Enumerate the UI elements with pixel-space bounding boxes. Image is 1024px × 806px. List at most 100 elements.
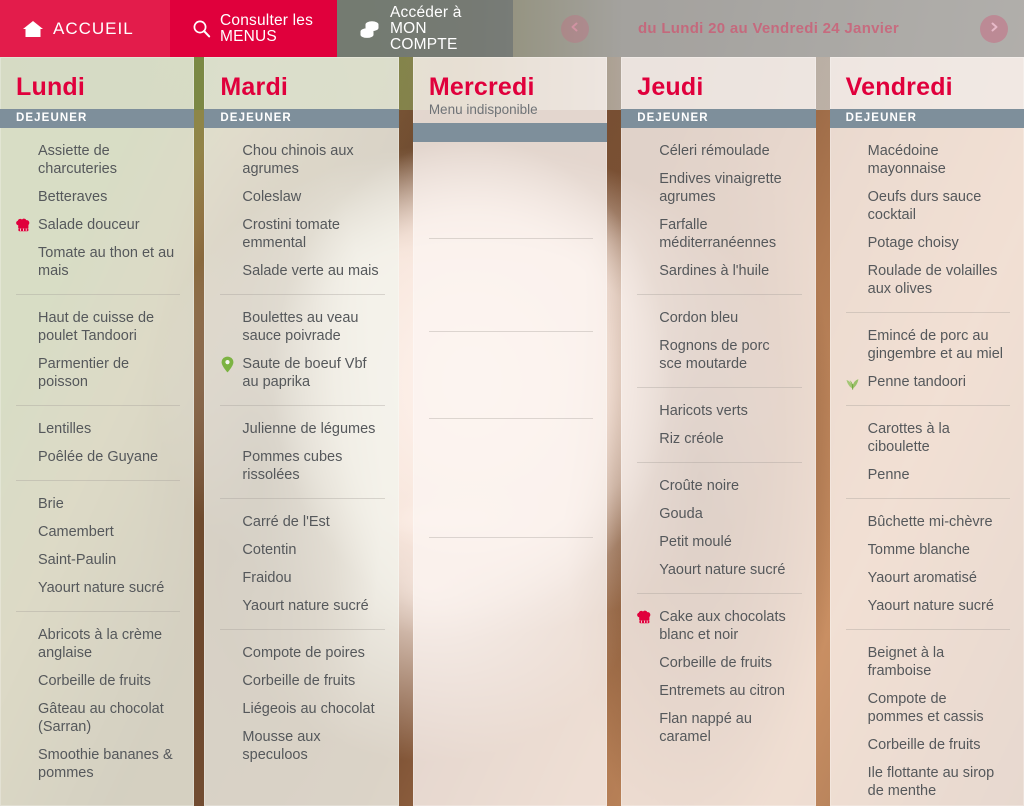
dish-item[interactable]: Penne bbox=[846, 461, 1010, 489]
dish-item[interactable]: Saint-Paulin bbox=[16, 546, 180, 574]
dish-item[interactable]: Mousse aux speculoos bbox=[220, 723, 384, 769]
dish-label: Chou chinois aux agrumes bbox=[242, 143, 354, 177]
dish-item[interactable]: Corbeille de fruits bbox=[220, 667, 384, 695]
dish-item[interactable]: Salade verte au mais bbox=[220, 257, 384, 285]
course-group: Brie Camembert Saint-Paulin Yaourt nature s… bbox=[16, 481, 181, 612]
dish-item[interactable]: Potage choisy bbox=[846, 229, 1010, 257]
dish-item[interactable]: Tomate au thon et au mais bbox=[16, 239, 180, 285]
day-column-lundi[interactable]: Lundi DEJEUNER Assiette de charcuteries Bet… bbox=[0, 57, 195, 806]
column-gap bbox=[816, 57, 830, 806]
dish-item[interactable]: Gouda bbox=[637, 500, 801, 528]
dish-item[interactable]: Saute de boeuf Vbf au paprika bbox=[220, 350, 384, 396]
dish-item[interactable]: Chou chinois aux agrumes bbox=[220, 137, 384, 183]
nav-label-menus-line1: Consulter les bbox=[220, 11, 314, 29]
course-group: Compote de poires Corbeille de fruits Liég… bbox=[220, 630, 384, 778]
dish-item[interactable]: Haricots verts bbox=[637, 397, 801, 425]
dish-item[interactable]: Poêlée de Guyane bbox=[16, 443, 180, 471]
dish-item[interactable]: Beignet à la framboise bbox=[846, 639, 1010, 685]
dish-item[interactable]: Corbeille de fruits bbox=[637, 649, 801, 677]
dish-label: Liégeois au chocolat bbox=[242, 701, 375, 717]
dish-item[interactable]: Liégeois au chocolat bbox=[220, 695, 384, 723]
dish-item[interactable]: Emincé de porc au gingembre et au miel bbox=[846, 322, 1010, 368]
dish-item[interactable]: Corbeille de fruits bbox=[16, 667, 180, 695]
dish-label: Boulettes au veau sauce poivrade bbox=[242, 310, 359, 344]
dish-item[interactable]: Yaourt aromatisé bbox=[846, 564, 1010, 592]
nav-tab-mon-compte[interactable]: Accéder à MON COMPTE bbox=[337, 0, 513, 57]
dish-item[interactable]: Assiette de charcuteries bbox=[16, 137, 180, 183]
dish-item[interactable]: Pommes cubes rissolées bbox=[220, 443, 384, 489]
dish-item[interactable]: Yaourt nature sucré bbox=[16, 574, 180, 602]
dish-label: Yaourt aromatisé bbox=[867, 570, 977, 586]
dish-item[interactable]: Compote de poires bbox=[220, 639, 384, 667]
dish-item[interactable]: Compote de pommes et cassis bbox=[846, 685, 1010, 731]
dish-item[interactable]: Carré de l'Est bbox=[220, 508, 384, 536]
dish-item[interactable]: Cotentin bbox=[220, 536, 384, 564]
dish-label: Endives vinaigrette agrumes bbox=[659, 171, 782, 205]
dish-label: Beignet à la framboise bbox=[867, 645, 945, 679]
dish-item[interactable]: Yaourt nature sucré bbox=[846, 592, 1010, 620]
dish-item[interactable]: Bûchette mi-chèvre bbox=[846, 508, 1010, 536]
dish-item[interactable]: Oeufs durs sauce cocktail bbox=[846, 183, 1010, 229]
dish-label: Salade verte au mais bbox=[242, 263, 379, 279]
dish-label: Tomate au thon et au mais bbox=[38, 245, 175, 279]
dish-label: Camembert bbox=[38, 524, 114, 540]
dish-label: Ile flottante au sirop de menthe bbox=[867, 765, 995, 799]
dish-item[interactable]: Julienne de légumes bbox=[220, 415, 384, 443]
day-column-vendredi[interactable]: Vendredi DEJEUNER Macédoine mayonnaise Oeuf… bbox=[829, 57, 1024, 806]
course-group bbox=[428, 239, 594, 332]
nav-tab-accueil[interactable]: ACCUEIL bbox=[0, 0, 170, 57]
dish-item[interactable]: Endives vinaigrette agrumes bbox=[637, 165, 801, 211]
dish-item[interactable]: Entremets au citron bbox=[637, 677, 801, 705]
nav-label-compte-line2: MON COMPTE bbox=[390, 19, 458, 53]
dish-item[interactable]: Camembert bbox=[16, 518, 180, 546]
dish-item[interactable]: Fraidou bbox=[220, 564, 384, 592]
dish-item[interactable]: Brie bbox=[16, 490, 180, 518]
dish-item[interactable]: Penne tandoori bbox=[846, 368, 1010, 396]
dish-item[interactable]: Coleslaw bbox=[220, 183, 384, 211]
dish-item[interactable]: Betteraves bbox=[16, 183, 180, 211]
dish-item[interactable]: Abricots à la crème anglaise bbox=[16, 621, 180, 667]
day-column-mercredi[interactable]: Mercredi Menu indisponible bbox=[412, 57, 608, 806]
dish-item[interactable]: Céleri rémoulade bbox=[637, 137, 801, 165]
dish-label: Corbeille de fruits bbox=[867, 737, 981, 753]
dish-item[interactable]: Salade douceur bbox=[15, 211, 180, 239]
dish-item[interactable]: Yaourt nature sucré bbox=[637, 556, 801, 584]
dish-label: Poêlée de Guyane bbox=[38, 449, 159, 465]
dish-item[interactable]: Farfalle méditerranéennes bbox=[637, 211, 801, 257]
dish-item[interactable]: Cordon bleu bbox=[637, 304, 801, 332]
day-column-mardi[interactable]: Mardi DEJEUNER Chou chinois aux agrumes Col… bbox=[204, 57, 399, 806]
dish-item[interactable]: Cake aux chocolats blanc et noir bbox=[636, 603, 801, 649]
dish-label: Compote de poires bbox=[242, 645, 365, 661]
dish-label: Saint-Paulin bbox=[38, 552, 117, 568]
dish-item[interactable]: Parmentier de poisson bbox=[16, 350, 180, 396]
dish-item[interactable]: Haut de cuisse de poulet Tandoori bbox=[16, 304, 180, 350]
dish-item[interactable]: Smoothie bananes & pommes bbox=[16, 741, 180, 787]
previous-week-button[interactable] bbox=[561, 14, 589, 43]
dish-item[interactable]: Tomme blanche bbox=[846, 536, 1010, 564]
dish-item[interactable]: Gâteau au chocolat (Sarran) bbox=[16, 695, 180, 741]
dish-item[interactable]: Croûte noire bbox=[637, 472, 801, 500]
dish-item[interactable]: Ile flottante au sirop de menthe bbox=[846, 759, 1010, 805]
dish-label: Petit moulé bbox=[659, 534, 732, 550]
nav-tab-menus[interactable]: Consulter les MENUS bbox=[170, 0, 337, 57]
dish-label: Gouda bbox=[659, 506, 703, 522]
dish-item[interactable]: Macédoine mayonnaise bbox=[846, 137, 1010, 183]
dish-item[interactable]: Corbeille de fruits bbox=[846, 731, 1010, 759]
dish-item[interactable]: Carottes à la ciboulette bbox=[846, 415, 1010, 461]
dish-item[interactable]: Yaourt nature sucré bbox=[220, 592, 384, 620]
dish-item[interactable]: Riz créole bbox=[637, 425, 801, 453]
dish-item[interactable]: Sardines à l'huile bbox=[637, 257, 801, 285]
dish-item[interactable]: Rognons de porc sce moutarde bbox=[637, 332, 801, 378]
dish-item[interactable]: Boulettes au veau sauce poivrade bbox=[220, 304, 384, 350]
dish-item[interactable]: Crostini tomate emmental bbox=[220, 211, 384, 257]
dish-item[interactable]: Roulade de volailles aux olives bbox=[846, 257, 1010, 303]
dish-item[interactable]: Lentilles bbox=[16, 415, 180, 443]
course-group bbox=[429, 538, 593, 656]
dish-label: Haut de cuisse de poulet Tandoori bbox=[38, 310, 155, 344]
dish-item[interactable]: Flan nappé au caramel bbox=[637, 705, 801, 751]
day-column-jeudi[interactable]: Jeudi DEJEUNER Céleri rémoulade Endives vin… bbox=[621, 57, 816, 806]
dish-item[interactable]: Petit moulé bbox=[637, 528, 801, 556]
dish-label: Haricots verts bbox=[659, 403, 748, 419]
next-week-button[interactable] bbox=[980, 14, 1008, 43]
meal-section-header: DEJEUNER bbox=[204, 109, 399, 128]
